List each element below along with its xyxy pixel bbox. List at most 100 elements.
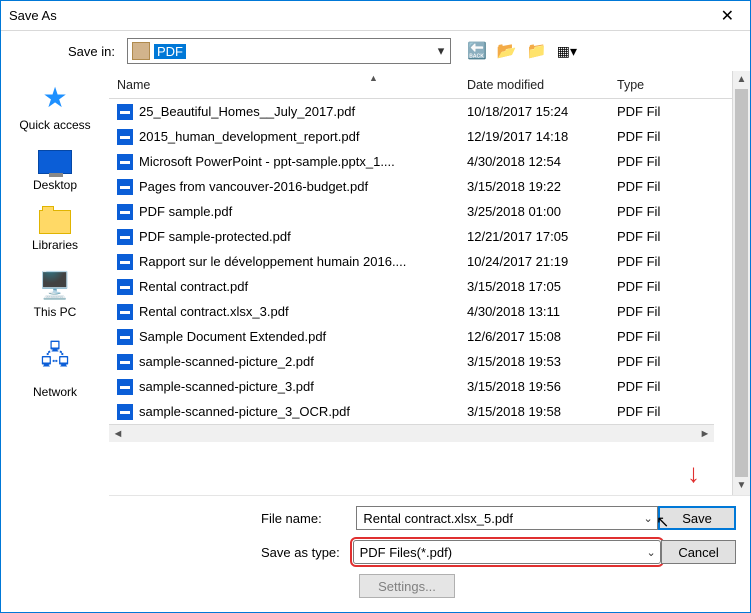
sidebar-item-network[interactable]: 🖧 Network xyxy=(1,337,109,399)
file-type: PDF Fil xyxy=(609,129,679,144)
cancel-button[interactable]: Cancel xyxy=(661,540,736,564)
file-row[interactable]: PDF sample-protected.pdf 12/21/2017 17:05… xyxy=(109,224,732,249)
file-row[interactable]: PDF sample.pdf3/25/2018 01:00PDF Fil xyxy=(109,199,732,224)
file-date: 3/15/2018 19:53 xyxy=(459,354,609,369)
file-name: Pages from vancouver-2016-budget.pdf xyxy=(139,179,368,194)
file-name-value[interactable]: Rental contract.xlsx_5.pdf xyxy=(357,511,639,526)
file-name: 2015_human_development_report.pdf xyxy=(139,129,359,144)
sidebar-item-this-pc[interactable]: 🖥️ This PC xyxy=(1,270,109,319)
scroll-down-icon[interactable]: ▼ xyxy=(733,477,750,495)
file-row[interactable]: Rapport sur le développement humain 2016… xyxy=(109,249,732,274)
file-rows: 25_Beautiful_Homes__July_2017.pdf 10/18/2… xyxy=(109,99,732,424)
file-type: PDF Fil xyxy=(609,304,679,319)
file-date: 12/21/2017 17:05 xyxy=(459,229,609,244)
column-header-date[interactable]: Date modified xyxy=(459,71,609,98)
pdf-file-icon xyxy=(117,354,133,370)
file-name: PDF sample-protected.pdf xyxy=(139,229,291,244)
column-headers: ▲ Name Date modified Type xyxy=(109,71,732,99)
vertical-scrollbar[interactable]: ▲ ▼ xyxy=(732,71,750,495)
scroll-left-icon[interactable]: ◄ xyxy=(109,428,127,440)
file-row[interactable]: sample-scanned-picture_2.pdf 3/15/2018 19… xyxy=(109,349,732,374)
file-type: PDF Fil xyxy=(609,354,679,369)
file-list[interactable]: ▲ Name Date modified Type 25_Beautiful_H… xyxy=(109,71,732,495)
chevron-down-icon[interactable]: ⌄ xyxy=(642,546,660,559)
file-list-area: ▲ Name Date modified Type 25_Beautiful_H… xyxy=(109,71,750,496)
vscroll-track[interactable] xyxy=(733,89,750,477)
back-icon[interactable]: 🔙 xyxy=(467,41,487,61)
chevron-down-icon[interactable]: ⌄ xyxy=(639,512,657,525)
network-icon: 🖧 xyxy=(41,337,70,381)
column-header-name[interactable]: Name xyxy=(109,71,459,98)
file-date: 3/15/2018 19:58 xyxy=(459,404,609,419)
pc-icon: 🖥️ xyxy=(39,270,71,301)
sidebar-item-quick-access[interactable]: ★ Quick access xyxy=(1,81,109,132)
file-type: PDF Fil xyxy=(609,329,679,344)
save-in-folder: PDF xyxy=(154,44,186,59)
file-date: 10/18/2017 15:24 xyxy=(459,104,609,119)
chevron-down-icon[interactable]: ▾ xyxy=(432,43,450,59)
save-button[interactable]: Save ↖ xyxy=(658,506,736,530)
file-row[interactable]: Sample Document Extended.pdf12/6/2017 15… xyxy=(109,324,732,349)
pdf-file-icon xyxy=(117,229,133,245)
file-date: 10/24/2017 21:19 xyxy=(459,254,609,269)
file-row[interactable]: Pages from vancouver-2016-budget.pdf3/15… xyxy=(109,174,732,199)
file-name: sample-scanned-picture_2.pdf xyxy=(139,354,314,369)
hscroll-track[interactable] xyxy=(127,426,696,442)
up-icon[interactable]: 📂 xyxy=(497,41,517,61)
file-name: PDF sample.pdf xyxy=(139,204,232,219)
pdf-file-icon xyxy=(117,304,133,320)
save-as-type-combo[interactable]: PDF Files(*.pdf) ⌄ xyxy=(353,540,662,564)
file-date: 3/25/2018 01:00 xyxy=(459,204,609,219)
cursor-icon: ↖ xyxy=(656,512,669,532)
file-name: 25_Beautiful_Homes__July_2017.pdf xyxy=(139,104,355,119)
file-type: PDF Fil xyxy=(609,104,679,119)
star-icon: ★ xyxy=(42,81,67,114)
view-menu-icon[interactable]: ▦▾ xyxy=(557,43,577,60)
file-type: PDF Fil xyxy=(609,154,679,169)
file-row[interactable]: Rental contract.xlsx_3.pdf4/30/2018 13:1… xyxy=(109,299,732,324)
save-as-type-row: Save as type: PDF Files(*.pdf) ⌄ Cancel xyxy=(109,540,736,564)
file-type: PDF Fil xyxy=(609,179,679,194)
horizontal-scrollbar[interactable]: ◄ ► xyxy=(109,424,714,442)
sidebar-item-label: Desktop xyxy=(33,178,77,192)
file-row[interactable]: Rental contract.pdf3/15/2018 17:05PDF Fi… xyxy=(109,274,732,299)
pdf-file-icon xyxy=(117,329,133,345)
file-row[interactable]: sample-scanned-picture_3.pdf3/15/2018 19… xyxy=(109,374,732,399)
file-name: sample-scanned-picture_3_OCR.pdf xyxy=(139,404,350,419)
file-row[interactable]: sample-scanned-picture_3_OCR.pdf 3/15/201… xyxy=(109,399,732,424)
title-bar: Save As ✕ xyxy=(1,1,750,31)
main-panel: ▲ Name Date modified Type 25_Beautiful_H… xyxy=(109,71,750,612)
sidebar-item-libraries[interactable]: Libraries xyxy=(1,210,109,252)
settings-button[interactable]: Settings... xyxy=(359,574,455,598)
new-folder-icon[interactable]: 📁 xyxy=(527,41,547,61)
nav-toolbar: 🔙 📂 📁 ▦▾ xyxy=(457,41,577,61)
pdf-file-icon xyxy=(117,179,133,195)
file-type: PDF Fil xyxy=(609,279,679,294)
file-name: Rapport sur le développement humain 2016… xyxy=(139,254,406,269)
settings-row: Settings... xyxy=(109,574,736,598)
scroll-right-icon[interactable]: ► xyxy=(696,428,714,440)
vscroll-thumb[interactable] xyxy=(735,89,748,477)
save-in-combo[interactable]: PDF ▾ xyxy=(127,38,451,64)
sidebar-item-desktop[interactable]: Desktop xyxy=(1,150,109,192)
desktop-icon xyxy=(38,150,72,174)
pdf-file-icon xyxy=(117,279,133,295)
file-type: PDF Fil xyxy=(609,404,679,419)
file-date: 12/6/2017 15:08 xyxy=(459,329,609,344)
pdf-file-icon xyxy=(117,404,133,420)
scroll-up-icon[interactable]: ▲ xyxy=(733,71,750,89)
file-name: Microsoft PowerPoint - ppt-sample.pptx_1… xyxy=(139,154,395,169)
column-header-type[interactable]: Type xyxy=(609,71,679,98)
save-button-label: Save xyxy=(682,511,712,526)
pdf-file-icon xyxy=(117,379,133,395)
file-row[interactable]: 2015_human_development_report.pdf12/19/2… xyxy=(109,124,732,149)
file-row[interactable]: Microsoft PowerPoint - ppt-sample.pptx_1… xyxy=(109,149,732,174)
file-name-combo[interactable]: Rental contract.xlsx_5.pdf ⌄ xyxy=(356,506,658,530)
content-area: ★ Quick access Desktop Libraries 🖥️ This… xyxy=(1,71,750,612)
file-date: 4/30/2018 13:11 xyxy=(459,304,609,319)
file-row[interactable]: 25_Beautiful_Homes__July_2017.pdf 10/18/2… xyxy=(109,99,732,124)
sidebar-item-label: This PC xyxy=(34,305,77,319)
sidebar-item-label: Libraries xyxy=(32,238,78,252)
close-icon[interactable]: ✕ xyxy=(713,6,742,26)
file-date: 4/30/2018 12:54 xyxy=(459,154,609,169)
